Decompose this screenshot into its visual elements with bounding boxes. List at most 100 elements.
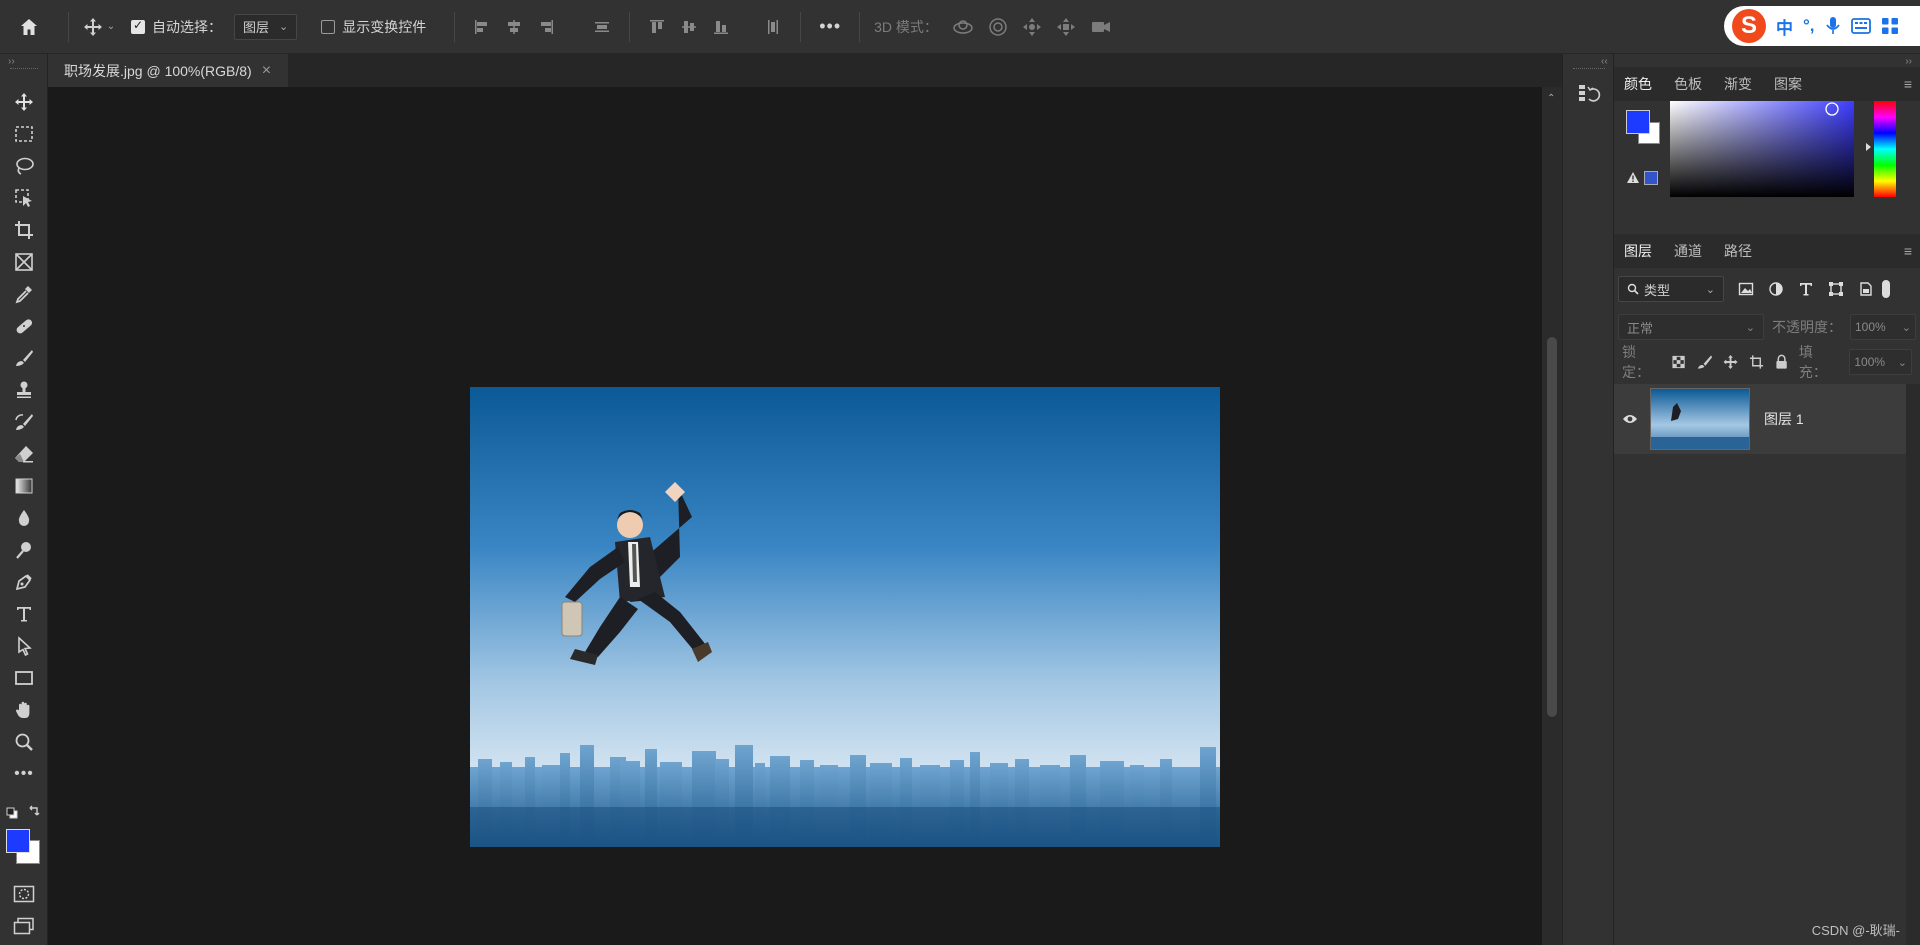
marquee-tool[interactable] <box>0 118 48 150</box>
scroll-up-icon[interactable]: ⌃ <box>1547 93 1555 104</box>
collapse-dock-icon[interactable]: ›› <box>1905 56 1912 67</box>
healing-brush-tool[interactable] <box>0 310 48 342</box>
gamut-warning-icon[interactable] <box>1626 171 1640 187</box>
zoom-tool[interactable] <box>0 726 48 758</box>
align-right-icon[interactable] <box>537 18 555 36</box>
align-middle-icon[interactable] <box>680 18 698 36</box>
ime-language[interactable]: 中 <box>1776 14 1793 39</box>
align-top-icon[interactable] <box>648 18 666 36</box>
lock-all-icon[interactable] <box>1775 354 1788 370</box>
3d-roll-icon[interactable] <box>988 17 1008 37</box>
color-field[interactable] <box>1670 101 1854 197</box>
default-colors-button[interactable] <box>6 806 18 822</box>
filter-pixel-icon[interactable] <box>1738 281 1754 297</box>
lock-transparent-icon[interactable] <box>1672 355 1686 369</box>
auto-select-checkbox[interactable] <box>131 18 145 34</box>
collapse-toolbox-icon[interactable]: ›› <box>8 56 15 67</box>
fill-field[interactable]: 100% ⌄ <box>1849 349 1912 375</box>
distribute-vertical-icon[interactable] <box>593 18 611 36</box>
3d-orbit-icon[interactable] <box>952 17 974 37</box>
rectangle-tool[interactable] <box>0 662 48 694</box>
align-bottom-icon[interactable] <box>712 18 730 36</box>
auto-select-target-dropdown[interactable]: 图层 ⌄ <box>234 13 298 40</box>
pen-tool[interactable] <box>0 566 48 598</box>
toolbox-grip[interactable] <box>10 68 38 70</box>
brush-tool[interactable] <box>0 342 48 374</box>
filter-adjustment-icon[interactable] <box>1768 281 1784 297</box>
ime-toolbar[interactable]: S 中 °, <box>1724 6 1920 46</box>
history-panel-button[interactable] <box>1577 82 1601 109</box>
align-left-icon[interactable] <box>473 18 491 36</box>
layer-row[interactable]: 图层 1 <box>1614 384 1906 454</box>
panel-menu-icon[interactable]: ≡ <box>1904 76 1912 92</box>
gradient-tool[interactable] <box>0 470 48 502</box>
home-button[interactable] <box>0 0 58 54</box>
layer-filter-dropdown[interactable]: 类型 ⌄ <box>1618 276 1724 302</box>
filter-type-icon[interactable] <box>1798 281 1814 297</box>
eraser-tool[interactable] <box>0 438 48 470</box>
layer-visibility-toggle[interactable] <box>1614 413 1646 425</box>
panel-foreground-swatch[interactable] <box>1626 110 1650 134</box>
3d-camera-icon[interactable] <box>1090 17 1112 37</box>
mic-icon[interactable] <box>1825 16 1841 36</box>
more-options-button[interactable]: ••• <box>811 0 849 54</box>
tab-patterns[interactable]: 图案 <box>1774 74 1802 94</box>
document-tab[interactable]: 职场发展.jpg @ 100%(RGB/8) × <box>48 54 288 87</box>
distribute-horizontal-icon[interactable] <box>764 18 782 36</box>
document-image[interactable] <box>470 387 1220 847</box>
keyboard-icon[interactable] <box>1850 18 1871 34</box>
edit-toolbar-button[interactable]: ••• <box>0 758 48 790</box>
screen-mode-button[interactable] <box>0 910 48 942</box>
hand-tool[interactable] <box>0 694 48 726</box>
hue-slider-marker[interactable] <box>1866 143 1871 151</box>
filter-toggle-switch[interactable] <box>1882 280 1890 298</box>
foreground-color-swatch[interactable] <box>6 829 30 853</box>
tab-paths[interactable]: 路径 <box>1724 241 1752 261</box>
frame-tool[interactable] <box>0 246 48 278</box>
ime-punctuation[interactable]: °, <box>1803 16 1815 36</box>
eyedropper-tool[interactable] <box>0 278 48 310</box>
lock-position-icon[interactable] <box>1723 354 1738 370</box>
blend-mode-dropdown[interactable]: 正常 ⌄ <box>1618 314 1764 340</box>
clone-stamp-tool[interactable] <box>0 374 48 406</box>
close-icon[interactable]: × <box>262 62 271 80</box>
lasso-tool[interactable] <box>0 150 48 182</box>
object-select-tool[interactable] <box>0 182 48 214</box>
grid-icon[interactable] <box>1881 17 1899 35</box>
type-tool[interactable] <box>0 598 48 630</box>
path-selection-tool[interactable] <box>0 630 48 662</box>
canvas-area[interactable] <box>48 87 1542 945</box>
scrollbar-thumb[interactable] <box>1547 337 1557 717</box>
layers-scrollbar[interactable] <box>1906 384 1920 945</box>
canvas-vertical-scrollbar[interactable]: ⌃ <box>1542 87 1562 945</box>
dodge-tool[interactable] <box>0 534 48 566</box>
3d-pan-icon[interactable] <box>1022 17 1042 37</box>
history-brush-tool[interactable] <box>0 406 48 438</box>
opacity-field[interactable]: 100% ⌄ <box>1850 314 1916 340</box>
layer-name[interactable]: 图层 1 <box>1764 409 1804 429</box>
web-safe-color-swatch[interactable] <box>1644 171 1658 185</box>
tab-swatches[interactable]: 色板 <box>1674 74 1702 94</box>
swap-colors-button[interactable] <box>28 804 41 820</box>
filter-shape-icon[interactable] <box>1828 281 1844 297</box>
tab-color[interactable]: 颜色 <box>1624 74 1652 94</box>
quick-mask-button[interactable] <box>0 878 48 910</box>
3d-slide-icon[interactable] <box>1056 17 1076 37</box>
crop-tool[interactable] <box>0 214 48 246</box>
tab-layers[interactable]: 图层 <box>1624 241 1652 261</box>
filter-smart-object-icon[interactable] <box>1858 281 1874 297</box>
move-tool[interactable] <box>0 86 48 118</box>
show-transform-checkbox[interactable] <box>321 19 336 34</box>
show-transform-toggle[interactable]: 显示变换控件 <box>297 0 426 54</box>
tab-gradients[interactable]: 渐变 <box>1724 74 1752 94</box>
panel-menu-icon[interactable]: ≡ <box>1904 243 1912 259</box>
move-tool-preset[interactable]: ⌄ <box>79 0 119 54</box>
blur-tool[interactable] <box>0 502 48 534</box>
tab-channels[interactable]: 通道 <box>1674 241 1702 261</box>
collapse-panels-icon[interactable]: ‹‹ <box>1601 56 1608 67</box>
auto-select-toggle[interactable]: 自动选择： <box>119 0 222 54</box>
align-center-h-icon[interactable] <box>505 18 523 36</box>
hue-slider[interactable] <box>1874 101 1896 197</box>
lock-pixels-icon[interactable] <box>1697 354 1712 370</box>
lock-artboard-icon[interactable] <box>1749 354 1764 370</box>
